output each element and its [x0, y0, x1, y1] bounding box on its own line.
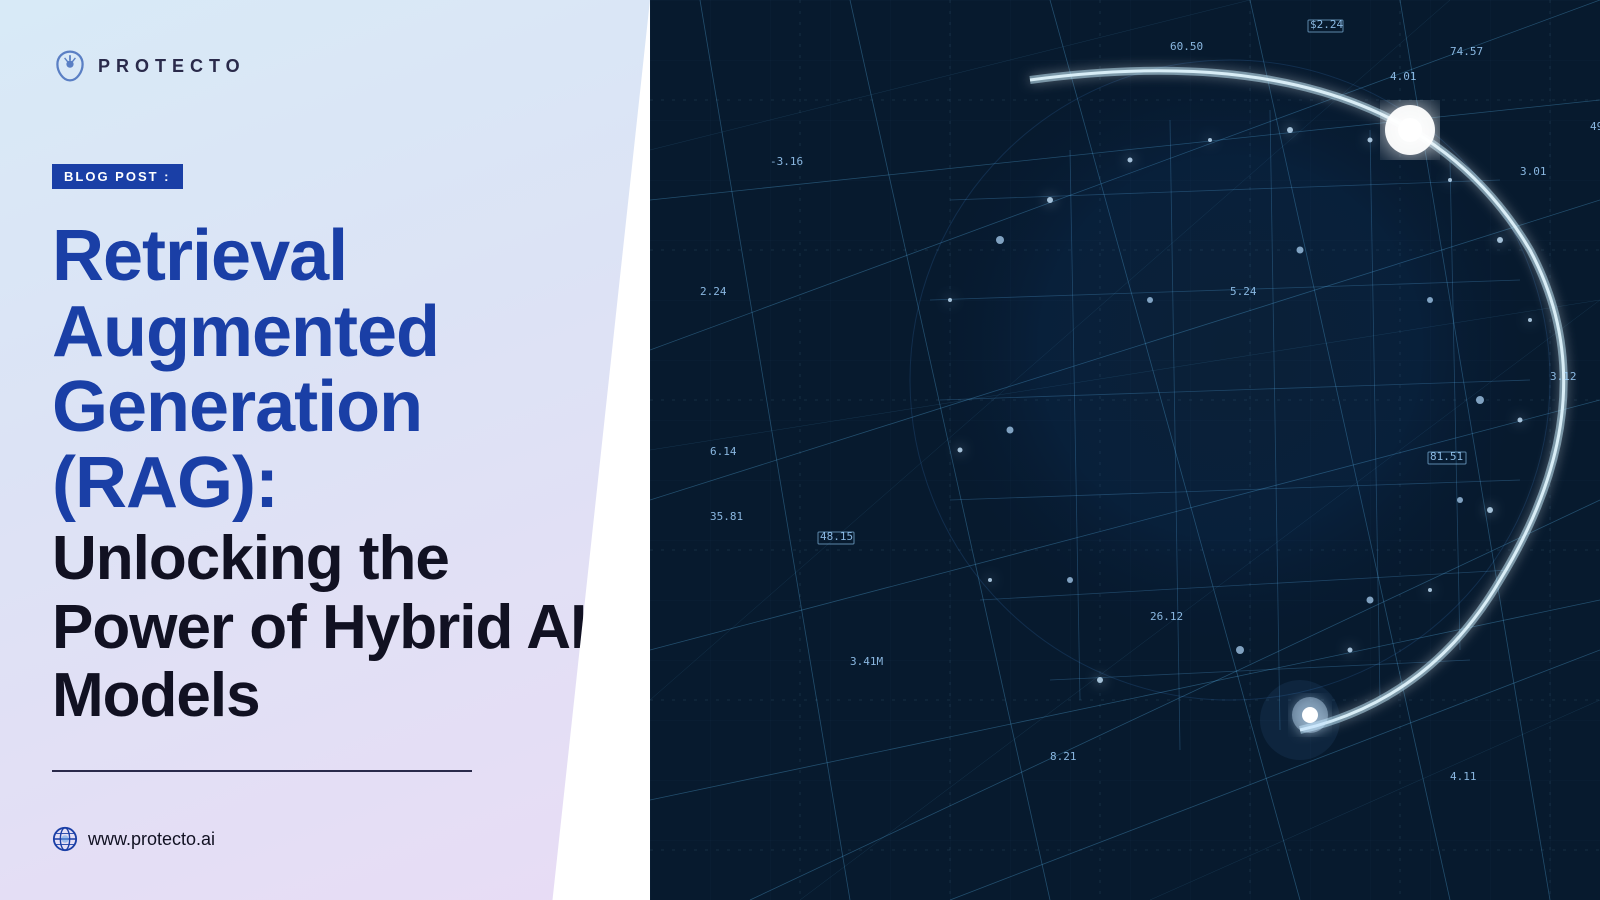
right-panel: $2.24 74.57 71.46 73.16 -3.16 49.37 81.5… — [650, 0, 1600, 900]
svg-text:3.12: 3.12 — [1550, 370, 1577, 383]
svg-text:49.37: 49.37 — [1590, 120, 1600, 133]
svg-text:4.01: 4.01 — [1390, 70, 1417, 83]
page-container: PROTECTO BLOG POST : Retrieval Augmented… — [0, 0, 1600, 900]
title-blue: Retrieval Augmented Generation (RAG): — [52, 219, 598, 521]
svg-text:8.21: 8.21 — [1050, 750, 1077, 763]
svg-text:2.24: 2.24 — [700, 285, 727, 298]
globe-icon — [52, 826, 78, 852]
svg-text:-3.16: -3.16 — [770, 155, 803, 168]
blog-label: BLOG POST : — [52, 164, 183, 189]
svg-text:6.14: 6.14 — [710, 445, 737, 458]
website-text: www.protecto.ai — [88, 829, 215, 850]
network-visualization: $2.24 74.57 71.46 73.16 -3.16 49.37 81.5… — [650, 0, 1600, 900]
svg-text:26.12: 26.12 — [1150, 610, 1183, 623]
svg-text:3.41M: 3.41M — [850, 655, 883, 668]
svg-text:4.11: 4.11 — [1450, 770, 1477, 783]
svg-text:35.81: 35.81 — [710, 510, 743, 523]
logo-text: PROTECTO — [98, 56, 246, 77]
svg-text:60.50: 60.50 — [1170, 40, 1203, 53]
svg-text:5.24: 5.24 — [1230, 285, 1257, 298]
title-black: Unlocking the Power of Hybrid AI Models — [52, 525, 598, 730]
logo-icon — [52, 48, 88, 84]
title-divider — [52, 770, 472, 772]
website-area: www.protecto.ai — [52, 826, 598, 852]
svg-text:74.57: 74.57 — [1450, 45, 1483, 58]
svg-text:3.01: 3.01 — [1520, 165, 1547, 178]
logo-area: PROTECTO — [52, 48, 598, 84]
left-panel: PROTECTO BLOG POST : Retrieval Augmented… — [0, 0, 650, 900]
